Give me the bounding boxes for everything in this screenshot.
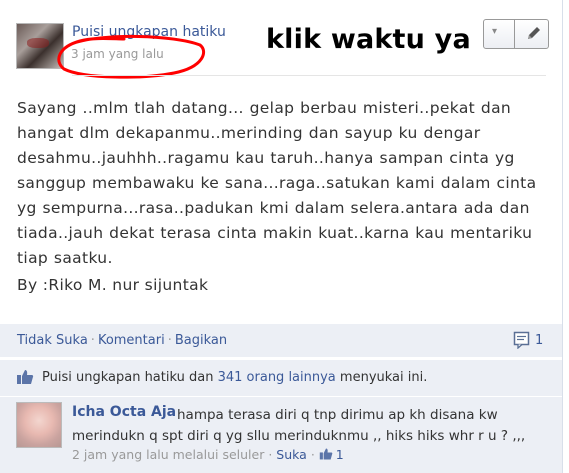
unlike-link[interactable]: Tidak Suka [17,333,88,348]
comment-link[interactable]: Komentari [98,333,165,348]
comment-like-link[interactable]: Suka [276,447,307,462]
thumbs-up-icon [17,370,34,384]
likes-suffix: menyukai ini. [339,370,428,385]
comment-bubble-icon[interactable] [513,331,531,349]
likes-summary: Puisi ungkapan hatiku dan 341 orang lain… [42,370,427,385]
button-separator [514,19,515,49]
comment-time[interactable]: 2 jam yang lalu melalui seluler [72,447,264,462]
separator-dot: · [310,447,315,462]
thumbs-up-icon [319,448,333,460]
right-border [562,0,563,473]
share-link[interactable]: Bagikan [175,333,227,348]
liker-name[interactable]: Puisi ungkapan hatiku [42,370,185,385]
comment-count[interactable]: 1 [535,333,543,348]
separator-dot: · [268,447,273,462]
others-count-link[interactable]: 341 orang lainnya [218,370,336,385]
chevron-down-icon[interactable]: ▾ [492,26,497,37]
header-divider [72,75,546,76]
comment-like-number: 1 [335,447,344,462]
annotation-text: klik waktu ya [266,24,471,55]
post-body: Sayang ..mlm tlah datang... gelap berbau… [17,99,537,267]
red-circle-annotation [57,34,206,79]
separator-dot: · [90,333,95,348]
separator-dot: · [167,333,172,348]
commenter-avatar[interactable] [16,402,62,448]
pencil-icon[interactable] [524,24,544,44]
comment-meta: 2 jam yang lalu melalui seluler · Suka ·… [72,447,344,462]
comment-like-count[interactable]: 1 [319,447,344,462]
likes-connector: dan [189,370,214,385]
comment-text: hampa terasa diri q tnp dirimu ap kh dis… [72,407,526,444]
post-actions: Tidak Suka · Komentari · Bagikan [17,333,227,348]
post-signature: By :Riko M. nur sijuntak [17,276,209,294]
